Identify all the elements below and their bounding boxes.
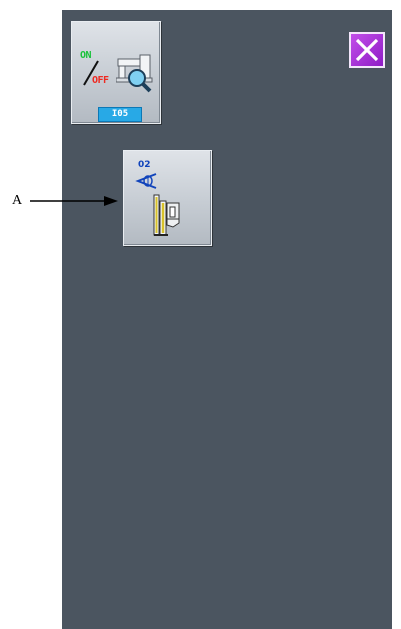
submenu-number: 02 xyxy=(138,160,151,170)
close-button[interactable] xyxy=(349,32,385,68)
indicator-code: I05 xyxy=(98,107,142,122)
off-label: OFF xyxy=(92,75,109,86)
presser-foot-icon xyxy=(153,194,180,236)
callout-arrow-icon xyxy=(30,196,118,206)
submenu-02-button[interactable]: 02 xyxy=(123,150,212,246)
sewing-machine-magnifier-icon xyxy=(116,54,153,93)
thread-sensor-marker-icon xyxy=(135,173,157,189)
touch-panel-screen: ON OFF I05 02 xyxy=(62,10,392,629)
close-icon xyxy=(355,38,379,62)
on-off-indicator-button[interactable]: ON OFF I05 xyxy=(71,21,161,124)
callout-label: A xyxy=(12,193,23,208)
